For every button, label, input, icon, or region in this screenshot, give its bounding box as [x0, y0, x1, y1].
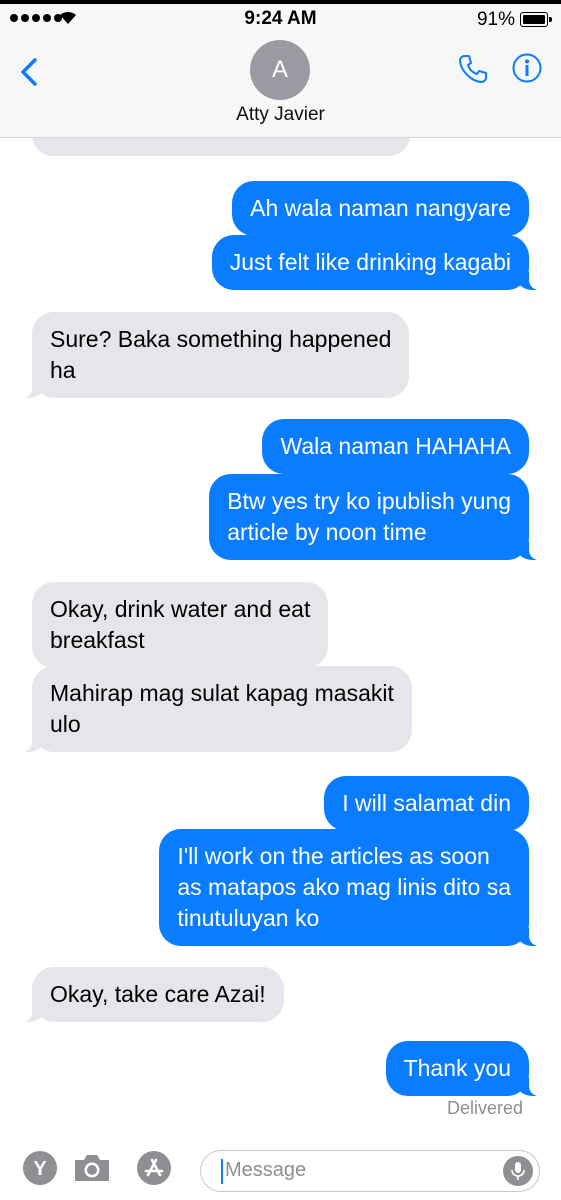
message-bubble-incoming[interactable]: Okay, drink water and eat breakfast — [32, 582, 329, 668]
microphone-button[interactable] — [503, 1156, 533, 1186]
text-cursor — [221, 1159, 223, 1184]
message-bubble-outgoing[interactable]: Ah wala naman nangyare — [232, 181, 529, 236]
message-bubble-incoming[interactable]: Mahirap mag sulat kapag masakit ulo — [22, 666, 412, 752]
message-bubble-outgoing[interactable]: Wala naman HAHAHA — [262, 419, 529, 474]
message-placeholder: Message — [225, 1159, 307, 1181]
message-bubble-outgoing[interactable]: Just felt like drinking kagabi — [211, 235, 540, 290]
compose-bar: Y Message — [0, 1140, 561, 1200]
delivered-status: Delivered — [446, 1098, 523, 1118]
top-edge — [0, 0, 561, 4]
yelp-app-button[interactable]: Y — [20, 1148, 60, 1188]
message-bubble-outgoing[interactable]: I will salamat din — [324, 776, 529, 831]
info-icon[interactable] — [511, 52, 543, 84]
contact-name[interactable]: Atty Javier — [0, 104, 561, 126]
yelp-icon: Y — [23, 1151, 57, 1185]
camera-icon — [75, 1155, 109, 1181]
conversation-header: A Atty Javier — [0, 38, 561, 138]
message-bubble-incoming[interactable]: Sure? Baka something happened ha — [21, 312, 410, 398]
battery-percentage: 91% — [476, 9, 515, 30]
message-input[interactable]: Message — [200, 1150, 540, 1192]
app-store-icon — [137, 1151, 171, 1185]
message-bubble-incoming-cutoff — [32, 138, 410, 156]
phone-icon[interactable] — [456, 52, 490, 86]
message-thread[interactable]: Ah wala naman nangyare Just felt like dr… — [0, 138, 561, 1130]
svg-text:Y: Y — [33, 1158, 47, 1180]
back-chevron-icon[interactable] — [14, 52, 46, 92]
message-bubble-outgoing[interactable]: Thank you — [385, 1041, 540, 1096]
contact-avatar[interactable]: A — [250, 40, 310, 100]
message-bubble-incoming[interactable]: Okay, take care Azai! — [22, 967, 284, 1022]
app-store-button[interactable] — [134, 1148, 174, 1188]
message-bubble-outgoing[interactable]: I'll work on the articles as soon as mat… — [159, 829, 539, 946]
message-bubble-outgoing[interactable]: Btw yes try ko ipublish yung article by … — [209, 474, 539, 560]
battery-icon — [520, 12, 552, 27]
status-bar: 9:24 AM 91% — [0, 0, 561, 38]
camera-button[interactable] — [72, 1148, 112, 1188]
microphone-icon — [511, 1162, 525, 1180]
